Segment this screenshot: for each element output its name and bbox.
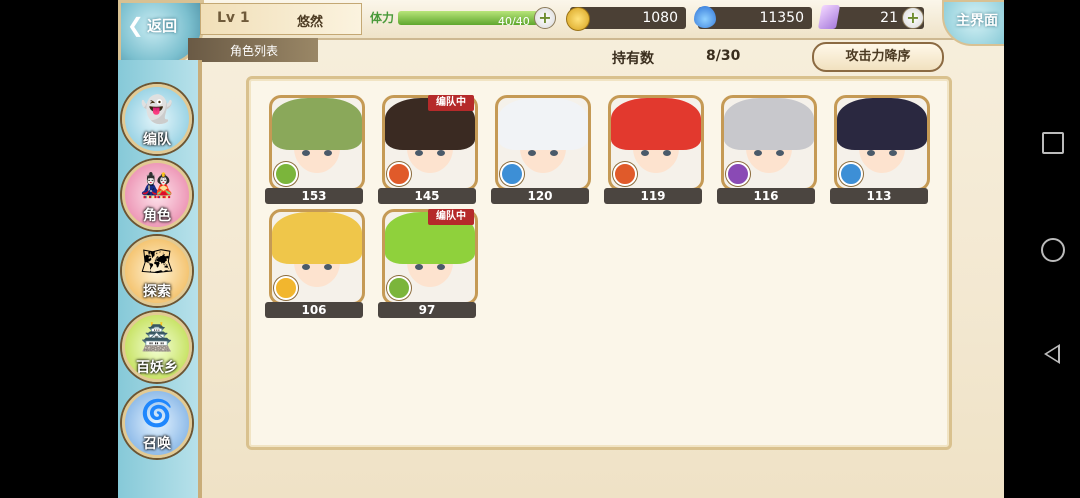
back-label: 返回 bbox=[147, 17, 178, 35]
side-nav: 👻 编队 🎎 角色 🗺 探索 🏯 百妖乡 🌀 召唤 bbox=[118, 60, 202, 498]
nav-summon-label: 召唤 bbox=[143, 436, 171, 452]
character-power: 116 bbox=[717, 188, 815, 204]
character-portrait bbox=[269, 95, 365, 191]
character-card[interactable]: 106 bbox=[265, 209, 365, 321]
water-element-icon bbox=[500, 162, 524, 186]
character-eyes bbox=[639, 150, 673, 157]
crystal-value: 21 bbox=[880, 10, 898, 26]
character-portrait bbox=[495, 95, 591, 191]
player-level: Lv 1 bbox=[217, 10, 250, 26]
nav-characters-label: 角色 bbox=[143, 208, 171, 224]
player-info: Lv 1 悠然 bbox=[200, 3, 362, 35]
owned-count-value: 8/30 bbox=[706, 48, 741, 64]
character-hair bbox=[272, 212, 362, 265]
recent-apps-icon[interactable] bbox=[1042, 132, 1064, 154]
light-element-icon bbox=[274, 276, 298, 300]
explore-icon: 🗺 bbox=[140, 247, 174, 277]
wind-element-icon bbox=[387, 276, 411, 300]
character-portrait bbox=[834, 95, 930, 191]
home-circle-icon[interactable] bbox=[1041, 238, 1065, 262]
character-hair bbox=[724, 98, 814, 151]
section-tab: 角色列表 bbox=[188, 38, 318, 62]
game-screen: ❮ 返回 Lv 1 悠然 体力 40/40 + 1080 11350 21 + bbox=[118, 0, 1004, 498]
water-element-icon bbox=[839, 162, 863, 186]
character-power: 119 bbox=[604, 188, 702, 204]
nav-summon[interactable]: 🌀 召唤 bbox=[122, 388, 192, 458]
stamina-label: 体力 bbox=[370, 11, 395, 25]
character-hair bbox=[837, 98, 927, 151]
nav-formation-label: 编队 bbox=[143, 132, 171, 148]
ghost-icon: 👻 bbox=[140, 95, 174, 125]
nav-characters[interactable]: 🎎 角色 bbox=[122, 160, 192, 230]
character-eyes bbox=[300, 264, 334, 271]
back-triangle-icon[interactable] bbox=[1044, 344, 1060, 364]
character-icon: 🎎 bbox=[140, 171, 174, 201]
sort-button[interactable]: 攻击力降序 bbox=[812, 42, 944, 72]
character-power: 113 bbox=[830, 188, 928, 204]
player-name: 悠然 bbox=[297, 15, 324, 30]
character-eyes bbox=[752, 150, 786, 157]
summon-icon: 🌀 bbox=[140, 399, 174, 429]
home-label: 主界面 bbox=[956, 13, 998, 29]
character-eyes bbox=[526, 150, 560, 157]
character-eyes bbox=[865, 150, 899, 157]
fire-element-icon bbox=[613, 162, 637, 186]
nav-explore[interactable]: 🗺 探索 bbox=[122, 236, 192, 306]
dark-element-icon bbox=[726, 162, 750, 186]
character-portrait bbox=[721, 95, 817, 191]
character-card[interactable]: 153 bbox=[265, 95, 365, 207]
nav-formation[interactable]: 👻 编队 bbox=[122, 84, 192, 154]
character-card[interactable]: 120 bbox=[491, 95, 591, 207]
in-formation-badge: 编队中 bbox=[428, 209, 474, 225]
character-card[interactable]: 116 bbox=[717, 95, 817, 207]
stamina-value: 40/40 bbox=[498, 15, 530, 28]
character-eyes bbox=[413, 264, 447, 271]
village-icon: 🏯 bbox=[140, 323, 174, 353]
back-arrow-icon: ❮ bbox=[127, 13, 144, 37]
letterbox-left bbox=[0, 0, 118, 498]
character-card[interactable]: 113 bbox=[830, 95, 930, 207]
character-card[interactable]: 编队中 97 bbox=[378, 209, 478, 321]
character-hair bbox=[272, 98, 362, 151]
character-eyes bbox=[413, 150, 447, 157]
character-power: 153 bbox=[265, 188, 363, 204]
add-crystal-button[interactable]: + bbox=[902, 7, 924, 29]
nav-village-label: 百妖乡 bbox=[136, 360, 178, 376]
character-card[interactable]: 编队中 145 bbox=[378, 95, 478, 207]
nav-explore-label: 探索 bbox=[143, 284, 171, 300]
add-stamina-button[interactable]: + bbox=[534, 7, 556, 29]
character-portrait bbox=[608, 95, 704, 191]
home-button[interactable]: 主界面 bbox=[942, 0, 1004, 46]
character-power: 120 bbox=[491, 188, 589, 204]
owned-count-label: 持有数 bbox=[612, 51, 654, 67]
gold-value: 1080 bbox=[642, 10, 678, 26]
character-eyes bbox=[300, 150, 334, 157]
character-power: 97 bbox=[378, 302, 476, 318]
character-power: 145 bbox=[378, 188, 476, 204]
character-card[interactable]: 119 bbox=[604, 95, 704, 207]
spirit-flame-icon bbox=[694, 6, 716, 28]
nav-village[interactable]: 🏯 百妖乡 bbox=[122, 312, 192, 382]
in-formation-badge: 编队中 bbox=[428, 95, 474, 111]
character-hair bbox=[611, 98, 701, 151]
spirit-value: 11350 bbox=[759, 10, 804, 26]
fire-element-icon bbox=[387, 162, 411, 186]
character-portrait bbox=[269, 209, 365, 305]
character-power: 106 bbox=[265, 302, 363, 318]
top-bar: ❮ 返回 Lv 1 悠然 体力 40/40 + 1080 11350 21 + bbox=[118, 0, 1004, 66]
character-hair bbox=[498, 98, 588, 151]
gold-coin-icon bbox=[566, 7, 590, 31]
character-list-panel: 153 编队中 145 120 119 116 113 106 编队中 97 bbox=[246, 76, 952, 450]
wind-element-icon bbox=[274, 162, 298, 186]
stamina-gauge: 体力 40/40 bbox=[370, 6, 556, 30]
section-title: 角色列表 bbox=[230, 44, 279, 58]
